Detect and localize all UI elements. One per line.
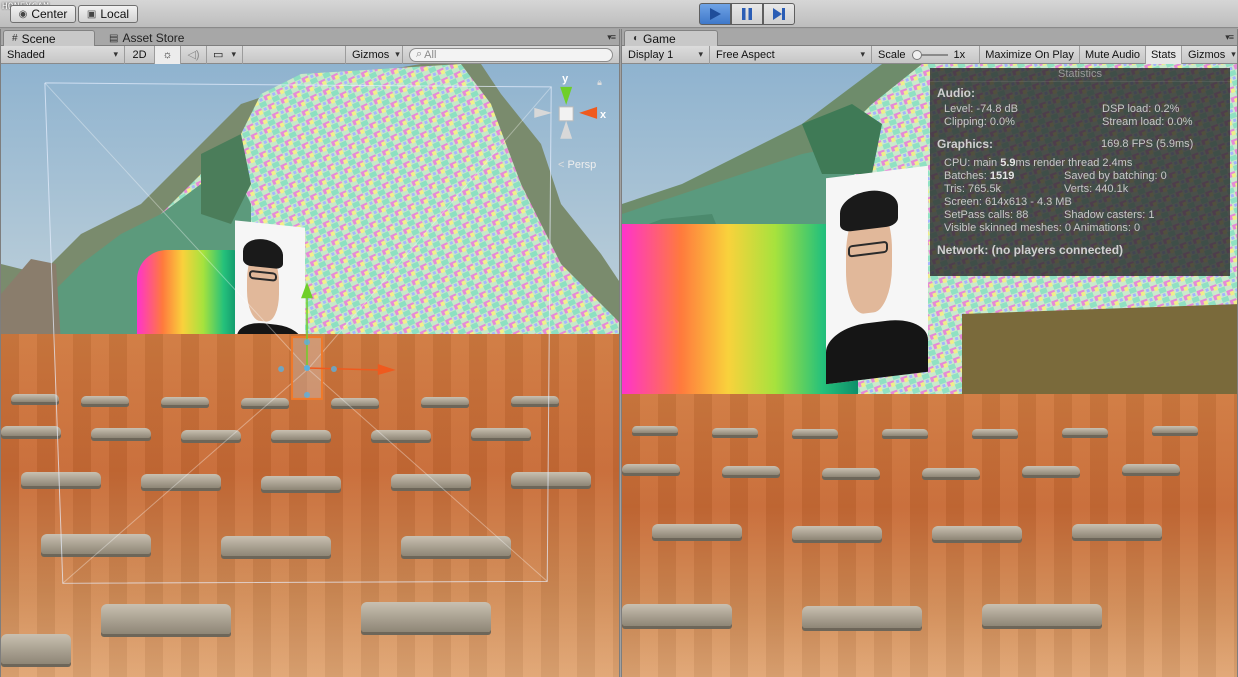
stats-fps: 169.8 FPS (5.9ms) <box>1101 138 1194 150</box>
persp-label[interactable]: < Persp <box>558 159 596 171</box>
shading-mode-dropdown[interactable]: Shaded <box>1 45 125 64</box>
game-gizmos-dropdown[interactable]: Gizmos <box>1182 46 1237 64</box>
scale-label: Scale <box>878 48 906 61</box>
scene-viewport[interactable]: y x 🔒︎ < Persp <box>1 64 619 677</box>
cube-icon: ▣ <box>86 8 97 20</box>
scale-control: Scale 1x <box>872 45 980 64</box>
game-gizmos-label: Gizmos <box>1188 48 1226 61</box>
mute-audio-toggle[interactable]: Mute Audio <box>1080 45 1146 64</box>
game-tabrow: ◐ Game ▾≡ <box>622 29 1237 46</box>
step-icon <box>773 8 785 20</box>
stats-audio-header: Audio: <box>937 86 975 100</box>
tab-scene[interactable]: # Scene <box>3 30 95 46</box>
scene-tabrow: # Scene ▤ Asset Store ▾≡ <box>1 29 619 46</box>
axis-x-label: x <box>600 109 607 121</box>
scene-gizmos: y x 🔒︎ <box>44 73 607 584</box>
orientation-gizmo[interactable] <box>534 86 598 139</box>
scale-slider-thumb[interactable] <box>911 49 922 60</box>
2d-toggle[interactable]: 2D <box>125 45 155 64</box>
pause-button[interactable] <box>731 3 763 25</box>
game-toolbar: Display 1 Free Aspect Scale 1x Maximize … <box>622 45 1237 64</box>
bag-icon: ▤ <box>109 32 119 44</box>
stats-saved-batching: Saved by batching: 0 <box>1064 170 1167 182</box>
stats-setpass: SetPass calls: 88 <box>944 209 1029 221</box>
scene-search-input[interactable]: ⌕ All <box>409 47 613 62</box>
gradient-wall <box>622 224 858 414</box>
portrait-billboard <box>826 165 928 385</box>
move-y-handle[interactable] <box>301 282 313 299</box>
stats-label: Stats <box>1150 48 1177 61</box>
2d-label: 2D <box>132 48 147 61</box>
tab-asset-store-label: Asset Store <box>122 31 185 45</box>
tab-game[interactable]: ◐ Game <box>624 30 718 46</box>
speaker-icon: ◁) <box>187 49 200 61</box>
play-button[interactable] <box>699 3 731 25</box>
maximize-on-play-toggle[interactable]: Maximize On Play <box>980 45 1080 64</box>
lighting-toggle[interactable]: ☼ <box>155 45 181 64</box>
aspect-dropdown[interactable]: Free Aspect <box>710 45 872 64</box>
lock-icon[interactable]: 🔒︎ <box>597 78 602 88</box>
stats-shadow-casters: Shadow casters: 1 <box>1064 209 1155 221</box>
pivot-label: Center <box>31 7 68 21</box>
tab-menu-icon[interactable]: ▾≡ <box>607 32 616 43</box>
scale-slider[interactable] <box>911 49 948 60</box>
move-x-handle[interactable] <box>377 364 396 375</box>
tab-asset-store[interactable]: ▤ Asset Store <box>101 30 193 46</box>
pivot-center-button[interactable]: ◉ Center <box>10 5 76 23</box>
scene-toolbar: Shaded 2D ☼ ◁) ▭ Gizmos ⌕All <box>1 45 619 64</box>
stats-toggle[interactable]: Stats <box>1146 45 1182 64</box>
audio-toggle[interactable]: ◁) <box>181 45 207 64</box>
cartridge-tiles <box>622 404 1237 677</box>
stats-clipping: Clipping: 0.0% <box>944 116 1015 128</box>
display-dropdown[interactable]: Display 1 <box>622 45 710 64</box>
play-icon <box>710 8 721 20</box>
game-viewport[interactable]: Statistics Audio: Level: -74.8 dB DSP lo… <box>622 64 1237 677</box>
stats-dsp-load: DSP load: 0.2% <box>1102 103 1180 115</box>
step-button[interactable] <box>763 3 795 25</box>
shading-mode-label: Shaded <box>7 48 45 61</box>
scene-panel: # Scene ▤ Asset Store ▾≡ Shaded 2D ☼ ◁) … <box>0 29 620 677</box>
camera-frustum <box>44 82 552 584</box>
stats-graphics-header: Graphics: <box>937 137 994 151</box>
main-toolbar: HONEYCAM ◉ Center ▣ Local <box>0 0 1238 28</box>
scale-value: 1x <box>953 48 966 61</box>
persp-text: Persp <box>567 159 597 171</box>
tab-scene-label: Scene <box>21 31 56 46</box>
stats-skinned: Visible skinned meshes: 0 Animations: 0 <box>944 222 1141 234</box>
pivot-icon: ◉ <box>18 8 28 20</box>
tab-menu-icon[interactable]: ▾≡ <box>1225 32 1234 43</box>
axis-y-label: y <box>562 73 569 85</box>
space-label: Local <box>100 7 130 21</box>
stats-screen: Screen: 614x613 - 4.3 MB <box>944 196 1072 208</box>
stats-network: Network: (no players connected) <box>937 243 1124 257</box>
scene-gizmos-label: Gizmos <box>352 48 390 61</box>
game-panel: ◐ Game ▾≡ Display 1 Free Aspect Scale 1x… <box>621 29 1238 677</box>
display-label: Display 1 <box>628 48 674 61</box>
tab-game-label: Game <box>643 31 676 46</box>
scene-gizmos-dropdown[interactable]: Gizmos <box>345 45 403 64</box>
search-placeholder: All <box>424 48 437 61</box>
mute-audio-label: Mute Audio <box>1084 48 1141 61</box>
sun-icon: ☼ <box>162 48 173 61</box>
stats-batches: Batches: 1519 <box>944 170 1015 182</box>
effects-dropdown[interactable]: ▭ <box>207 45 243 64</box>
aspect-label: Free Aspect <box>716 48 775 61</box>
pacman-icon: ◐ <box>633 33 640 44</box>
grid-icon: # <box>12 33 18 44</box>
maximize-on-play-label: Maximize On Play <box>985 48 1074 61</box>
statistics-overlay: Statistics Audio: Level: -74.8 dB DSP lo… <box>930 68 1230 276</box>
stats-verts: Verts: 440.1k <box>1064 183 1129 195</box>
stats-cpu: CPU: main 5.9ms render thread 2.4ms <box>944 157 1133 169</box>
stats-tris: Tris: 765.5k <box>944 183 1002 195</box>
stats-stream-load: Stream load: 0.0% <box>1102 116 1193 128</box>
playmode-controls <box>699 3 795 25</box>
pivot-local-button[interactable]: ▣ Local <box>78 5 138 23</box>
image-icon: ▭ <box>213 49 224 61</box>
pause-icon <box>742 8 752 20</box>
search-icon: ⌕ <box>416 48 423 60</box>
statistics-title: Statistics <box>930 68 1230 82</box>
stats-level: Level: -74.8 dB <box>944 103 1018 115</box>
